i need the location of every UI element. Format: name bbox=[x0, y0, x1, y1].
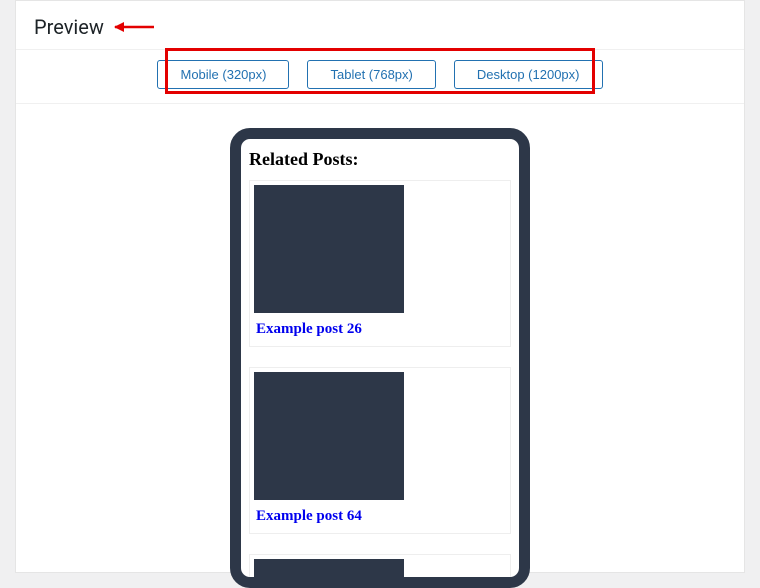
post-thumbnail bbox=[254, 559, 404, 577]
breakpoint-toolbar: Mobile (320px) Tablet (768px) Desktop (1… bbox=[16, 49, 744, 104]
related-posts-heading: Related Posts: bbox=[249, 149, 511, 170]
post-thumbnail bbox=[254, 372, 404, 500]
card-header: Preview bbox=[16, 1, 744, 49]
related-post-item[interactable]: Example post 64 bbox=[249, 367, 511, 534]
arrow-left-icon bbox=[112, 20, 156, 34]
preview-card: Preview Mobile (320px) Tablet (768px) De… bbox=[15, 0, 745, 573]
post-title-link[interactable]: Example post 26 bbox=[250, 319, 510, 346]
post-thumbnail bbox=[254, 185, 404, 313]
device-scroll-container[interactable]: Related Posts: Example post 26 Example p… bbox=[241, 139, 519, 577]
preview-area: Related Posts: Example post 26 Example p… bbox=[16, 104, 744, 588]
tablet-breakpoint-button[interactable]: Tablet (768px) bbox=[307, 60, 435, 89]
desktop-breakpoint-button[interactable]: Desktop (1200px) bbox=[454, 60, 603, 89]
mobile-breakpoint-button[interactable]: Mobile (320px) bbox=[157, 60, 289, 89]
related-post-item[interactable]: Example post 26 bbox=[249, 180, 511, 347]
post-title-link[interactable]: Example post 64 bbox=[250, 506, 510, 533]
preview-title: Preview bbox=[34, 15, 104, 39]
device-frame: Related Posts: Example post 26 Example p… bbox=[230, 128, 530, 588]
related-post-item[interactable] bbox=[249, 554, 511, 577]
